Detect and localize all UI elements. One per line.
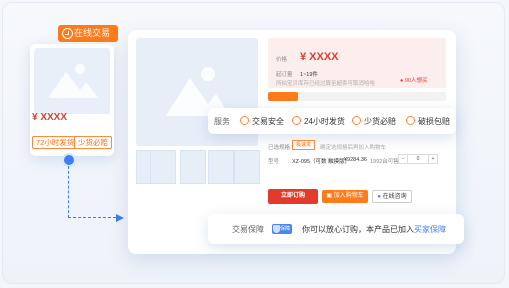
online-consult-button[interactable]: ● 在线咨询 [372,190,412,203]
buyer-protection-link[interactable]: 买家保障 [414,225,446,234]
spec-label: 已选规格 [268,145,291,151]
spec-option[interactable]: 极速发 [292,140,316,150]
model-label: 型号 [268,159,280,165]
thumbnail[interactable] [208,150,234,184]
thumbnail[interactable] [180,150,206,184]
thumbnail[interactable] [150,150,176,184]
check-circle-icon [352,116,361,125]
price-label: 价格 [276,57,288,63]
model-stock: 1992台可售 [370,159,399,165]
model-price: ¥9284.36 [344,157,367,163]
connector-line-horizontal [68,217,116,218]
connector-dot [64,155,74,165]
service-item-shortage: 少货必赔 [352,116,396,127]
add-to-cart-button[interactable]: ▣ 加入购物车 [322,190,368,203]
guarantee-shield-icon: 保障 [272,224,292,234]
check-circle-icon [292,116,301,125]
chat-icon: ● [377,194,381,200]
service-label: 服务 [214,117,230,126]
fire-icon: ● [400,78,404,84]
stock-note: 所拍宝贝库存已经过算至超卖可取消哈哈 [276,81,376,87]
service-item-trade-safety: 交易安全 [240,116,284,127]
model-value: XZ-095（可数 触摸版） [292,159,351,165]
sales-progress [268,92,446,101]
service-item-damage: 破损包赔 [406,116,450,127]
clock-icon [62,28,73,39]
sold-count: ● 90人想买 [400,76,427,84]
service-item-24h: 24小时发货 [292,116,345,127]
thumbnail[interactable] [234,150,260,184]
moq-label: 起订量 [276,72,293,78]
guarantee-text: 你可以放心订购，本产品已加入买家保障 [302,224,446,235]
qty-plus-button[interactable]: + [428,154,438,164]
sold-label: 90人想买 [404,78,428,84]
connector-line-vertical [68,166,69,218]
image-icon [48,64,98,98]
card-price: ¥ XXXX [32,112,68,123]
qty-input[interactable]: 0 [407,154,429,164]
card-tag-72h: 72小时发货 [32,136,79,149]
guarantee-message: 你可以放心订购，本产品已加入 [302,225,414,234]
check-circle-icon [240,116,249,125]
spec-hint: 确定选规格后再加入购物车 [320,145,387,151]
online-consult-label: 在线咨询 [382,194,407,200]
cart-icon: ▣ [326,193,332,199]
online-trade-label: 在线交易 [74,28,111,38]
online-trade-badge: 在线交易 [58,25,118,42]
moq-value: 1~19件 [300,72,318,78]
sales-progress-fill [268,92,299,101]
connector-arrow-icon [116,214,124,222]
check-circle-icon [406,116,415,125]
main-price: ¥ XXXX [300,51,339,63]
add-to-cart-label: 加入购物车 [333,193,364,199]
card-tag-shortage: 少货必赔 [74,136,112,149]
guarantee-label: 交易保障 [232,225,264,234]
card-image-placeholder [34,48,110,114]
buy-now-button[interactable]: 立即订购 [268,189,318,204]
